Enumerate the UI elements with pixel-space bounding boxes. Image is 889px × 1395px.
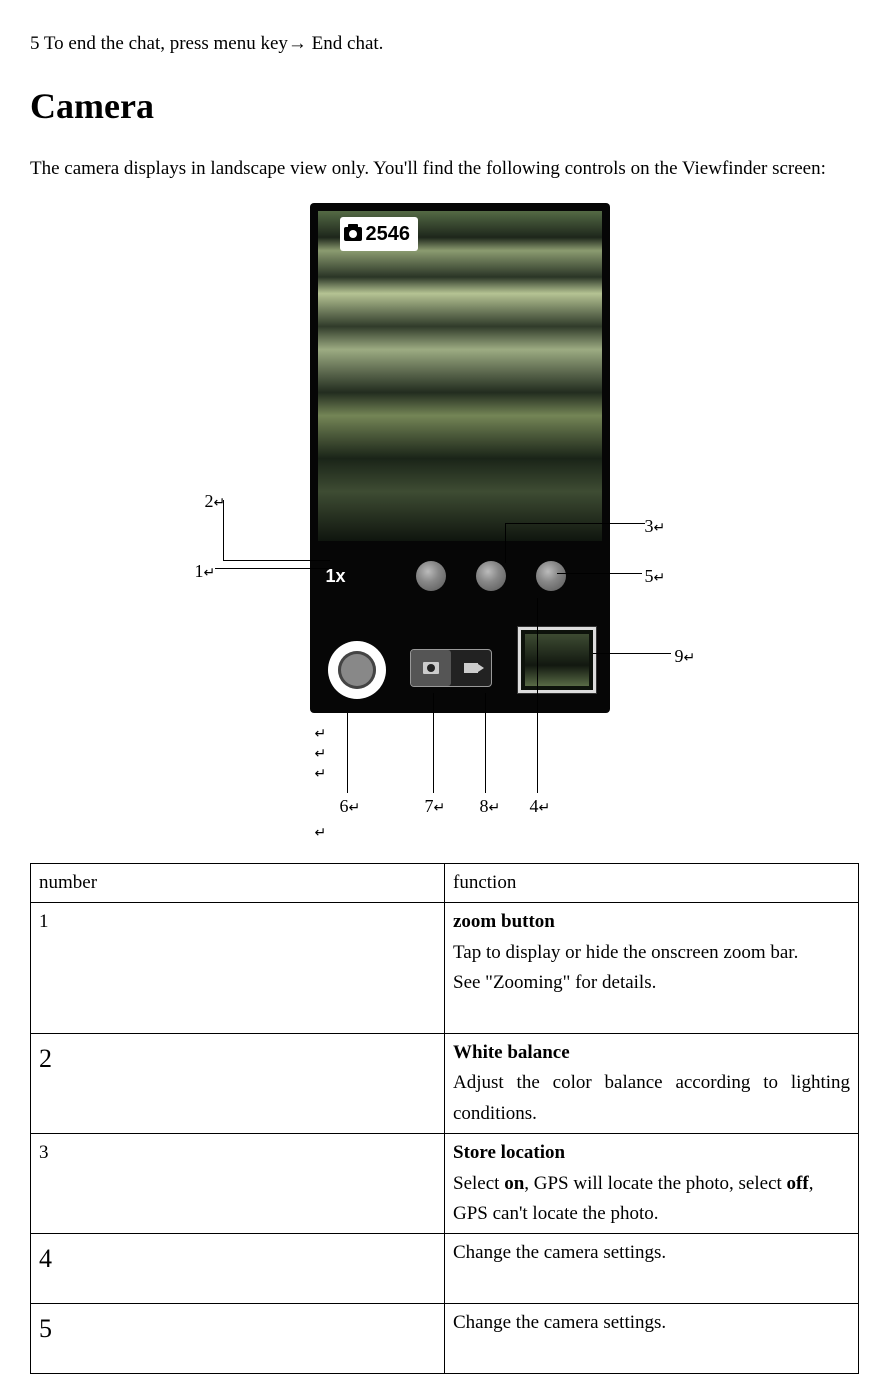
header-function: function (445, 864, 859, 903)
row1-number: 1 (31, 903, 445, 1034)
section-description: The camera displays in landscape view on… (30, 155, 859, 184)
row5-function: Change the camera settings. (445, 1304, 859, 1374)
table-row: 4 Change the camera settings. (31, 1234, 859, 1304)
row2-number: 2 (31, 1033, 445, 1133)
photo-counter: 2546 (340, 217, 419, 251)
row2-function: White balance Adjust the color balance a… (445, 1033, 859, 1133)
shutter-button[interactable] (328, 641, 386, 699)
row1-line2: See "Zooming" for details. (453, 972, 656, 993)
photo-mode-icon[interactable] (411, 650, 451, 686)
zoom-indicator[interactable]: 1x (326, 563, 346, 590)
row4-desc: Change the camera settings. (453, 1242, 666, 1263)
row4-number: 4 (31, 1234, 445, 1304)
row5-desc: Change the camera settings. (453, 1312, 666, 1333)
callout-3: 3↵ (645, 513, 666, 540)
store-location-icon[interactable] (476, 561, 506, 591)
callout-9: 9↵ (675, 643, 696, 670)
para-mark-bottom: ↵ (315, 818, 327, 845)
table-row: 2 White balance Adjust the color balance… (31, 1033, 859, 1133)
controls-table: number function 1 zoom button Tap to dis… (30, 863, 859, 1374)
white-balance-icon[interactable] (416, 561, 446, 591)
gallery-thumbnail[interactable] (518, 627, 596, 693)
table-row: 5 Change the camera settings. (31, 1304, 859, 1374)
callout-5: 5↵ (645, 563, 666, 590)
row2-desc: Adjust the color balance according to li… (453, 1072, 850, 1123)
para-marks: ↵↵↵ (315, 723, 327, 782)
viewfinder-figure: 2546 1x 2↵ 1↵ 3↵ 5↵ 9↵ 6↵ 7↵ 8↵ (30, 203, 859, 823)
video-mode-icon[interactable] (451, 650, 491, 686)
table-row: 3 Store location Select on, GPS will loc… (31, 1134, 859, 1234)
row3-function: Store location Select on, GPS will locat… (445, 1134, 859, 1234)
row5-number: 5 (31, 1304, 445, 1374)
row4-function: Change the camera settings. (445, 1234, 859, 1304)
row1-function: zoom button Tap to display or hide the o… (445, 903, 859, 1034)
row1-line1: Tap to display or hide the onscreen zoom… (453, 942, 798, 963)
callout-8: 8↵ (480, 793, 501, 820)
callout-6: 6↵ (340, 793, 361, 820)
header-number: number (31, 864, 445, 903)
camera-icon (344, 227, 362, 241)
row3-number: 3 (31, 1134, 445, 1234)
row3-desc: Select on, GPS will locate the photo, se… (453, 1173, 813, 1224)
mode-toggle[interactable] (410, 649, 492, 687)
live-preview (318, 211, 602, 541)
row3-title: Store location (453, 1142, 565, 1163)
counter-value: 2546 (366, 219, 411, 249)
row1-title: zoom button (453, 911, 555, 932)
table-row: 1 zoom button Tap to display or hide the… (31, 903, 859, 1034)
row2-title: White balance (453, 1042, 570, 1063)
phone-screen: 2546 1x (310, 203, 610, 713)
callout-7: 7↵ (425, 793, 446, 820)
callout-1: 1↵ (195, 558, 216, 585)
table-header-row: number function (31, 864, 859, 903)
section-heading: Camera (30, 79, 859, 133)
callout-4: 4↵ (530, 793, 551, 820)
settings-icon[interactable] (536, 561, 566, 591)
intro-line: 5 To end the chat, press menu key→ End c… (30, 30, 859, 59)
